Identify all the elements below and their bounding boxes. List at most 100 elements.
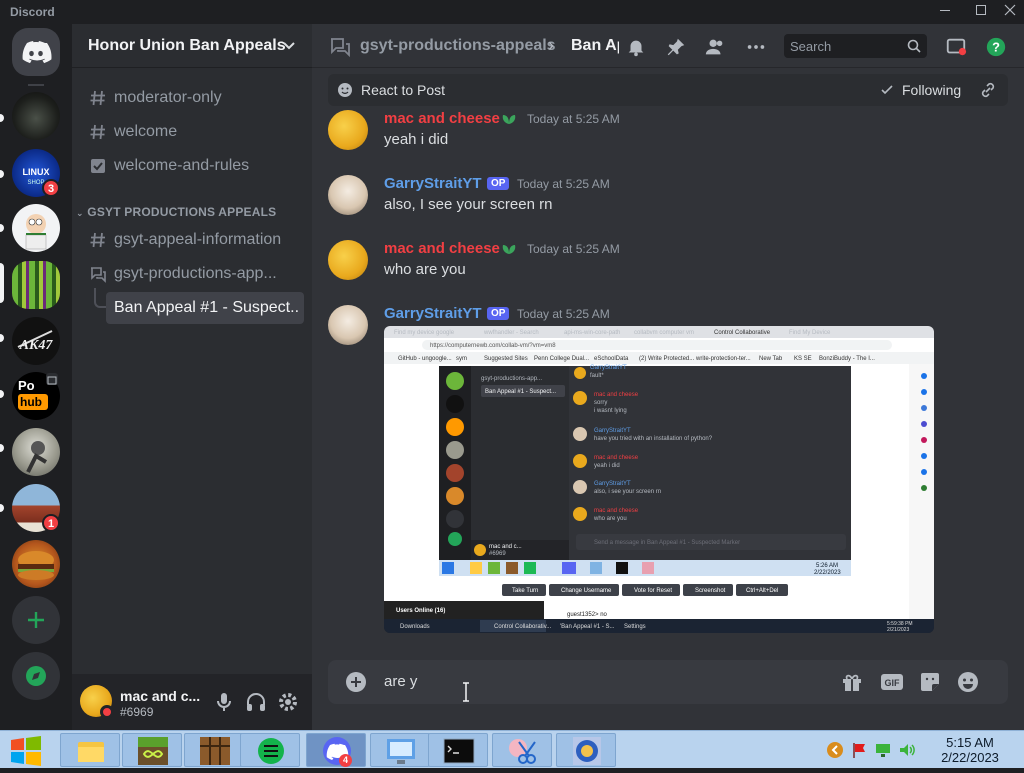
thread-ban-appeal-1[interactable]: Ban Appeal #1 - Suspect... — [106, 292, 304, 324]
message-author[interactable]: GarryStraitYT — [384, 175, 482, 192]
chevron-down-icon: ⌄ — [76, 208, 84, 218]
server-icon-ak47[interactable]: AK47 — [12, 317, 60, 365]
message-composer[interactable]: are y GIF — [328, 660, 1008, 704]
server-icon-green-stripes[interactable] — [12, 261, 60, 309]
channel-gsyt-productions-appeals[interactable]: gsyt-productions-app... — [80, 258, 304, 290]
remote-desktop-icon — [387, 739, 415, 764]
spreadsheet-icon — [258, 738, 284, 764]
taskbar-app-icon[interactable] — [556, 733, 616, 767]
taskbar-file-explorer[interactable] — [60, 733, 120, 767]
add-attachment-icon[interactable] — [344, 670, 368, 694]
taskbar-minecraft-launcher[interactable] — [122, 733, 182, 767]
channel-welcome-and-rules[interactable]: welcome-and-rules — [80, 150, 304, 182]
server-header[interactable]: Honor Union Ban Appeals — [72, 24, 312, 68]
maximize-button[interactable] — [970, 2, 992, 22]
inbox-icon[interactable] — [945, 36, 967, 58]
host-date: 2/21/2023 — [887, 627, 909, 633]
message-input[interactable]: are y — [384, 673, 417, 690]
members-icon[interactable] — [704, 36, 726, 58]
taskbar-remote-desktop[interactable] — [370, 733, 430, 767]
flag-icon[interactable] — [850, 741, 868, 759]
system-clock[interactable]: 5:15 AM 2/22/2023 — [930, 735, 1010, 765]
rules-icon — [91, 159, 105, 173]
home-button[interactable] — [12, 28, 60, 76]
react-to-post-button[interactable]: React to Post — [361, 82, 445, 98]
vm-button: Ctrl+Alt+Del — [746, 588, 778, 594]
thread-spine — [94, 288, 106, 308]
more-options-icon[interactable] — [745, 36, 767, 58]
inner-author: GarryStraitYT — [594, 428, 631, 434]
message-timestamp: Today at 5:25 AM — [517, 307, 610, 321]
hash-icon — [90, 124, 105, 140]
gear-icon[interactable] — [276, 690, 300, 714]
avatar[interactable] — [328, 240, 368, 280]
unread-pill — [0, 114, 4, 122]
link-icon[interactable] — [980, 82, 996, 98]
server-icon-skater[interactable] — [12, 428, 60, 476]
chevron-left-icon[interactable] — [826, 741, 844, 759]
message-author[interactable]: mac and cheese — [384, 240, 500, 257]
taskbar-discord[interactable]: 4 — [306, 733, 366, 767]
taskbar-spreadsheet[interactable] — [240, 733, 300, 767]
event-icon — [46, 373, 58, 385]
minecraft-icon — [138, 737, 168, 765]
server-icon-burger[interactable] — [12, 540, 60, 588]
channel-moderator-only[interactable]: moderator-only — [80, 82, 304, 114]
server-icon-dark[interactable] — [12, 92, 60, 140]
channel-category[interactable]: ⌄ GSYT PRODUCTIONS APPEALS — [76, 205, 276, 219]
message-text: also, I see your screen rn — [384, 196, 553, 213]
avatar[interactable] — [328, 305, 368, 345]
avatar[interactable] — [328, 110, 368, 150]
rail-divider — [28, 84, 44, 86]
avatar[interactable] — [328, 175, 368, 215]
volume-icon[interactable] — [898, 741, 916, 759]
message-timestamp: Today at 5:25 AM — [517, 177, 610, 191]
inner-text: also, i see your screen rn — [594, 489, 661, 495]
taskbar-snipping-tool[interactable] — [492, 733, 552, 767]
crafting-table-icon — [200, 737, 230, 765]
channel-name[interactable]: gsyt-productions-appeals — [360, 37, 556, 55]
network-icon[interactable] — [874, 741, 892, 759]
compass-icon — [26, 666, 46, 686]
server-badge: 3 — [42, 179, 60, 197]
address-bar: https://computernewb.com/collab-vm/?vm=v… — [430, 343, 556, 349]
microphone-icon[interactable] — [212, 690, 236, 714]
host-tab: Settings — [624, 624, 646, 630]
following-button[interactable]: Following — [902, 82, 961, 98]
search-input[interactable]: Search — [784, 34, 927, 58]
screenshot-attachment[interactable]: Find my device google wwfhandler - Searc… — [384, 326, 934, 633]
gif-icon[interactable]: GIF — [880, 670, 904, 694]
vm-button: Take Turn — [512, 588, 538, 594]
headphones-icon[interactable] — [244, 690, 268, 714]
message-timestamp: Today at 5:25 AM — [527, 242, 620, 256]
channel-gsyt-appeal-information[interactable]: gsyt-appeal-information — [80, 224, 304, 256]
bell-icon[interactable] — [625, 36, 647, 58]
reaction-icon — [338, 83, 352, 97]
inner-channel: gsyt-productions-app... — [481, 376, 542, 382]
os-taskbar: 4 5:15 AM 2/22/2023 — [0, 730, 1024, 768]
emoji-icon[interactable] — [956, 670, 980, 694]
message-author[interactable]: GarryStraitYT — [384, 305, 482, 322]
channel-label: gsyt-productions-app... — [114, 265, 277, 282]
taskbar-crafting-table[interactable] — [184, 733, 244, 767]
inner-author: mac and cheese — [594, 455, 639, 461]
dnd-status-icon — [100, 705, 114, 719]
gift-icon[interactable] — [840, 670, 864, 694]
help-icon[interactable]: ? — [985, 36, 1007, 58]
host-tab: 'Ban Appeal #1 - S... — [560, 624, 615, 630]
add-server-button[interactable] — [12, 596, 60, 644]
message-author[interactable]: mac and cheese — [384, 110, 500, 127]
minimize-button[interactable] — [934, 2, 956, 22]
start-button[interactable] — [8, 734, 44, 766]
server-rail: LINUX SHOP 3 AK47 Po hub 1 — [0, 24, 72, 730]
inner-text: yeah i did — [594, 463, 620, 469]
taskbar-command-prompt[interactable] — [428, 733, 488, 767]
close-button[interactable] — [999, 2, 1021, 22]
server-icon-peter[interactable] — [12, 204, 60, 252]
pin-icon[interactable] — [665, 36, 687, 58]
svg-text:?: ? — [992, 40, 1000, 55]
explore-servers-button[interactable] — [12, 652, 60, 700]
clock-date: 2/22/2023 — [941, 750, 999, 765]
sticker-icon[interactable] — [918, 670, 942, 694]
channel-welcome[interactable]: welcome — [80, 116, 304, 148]
